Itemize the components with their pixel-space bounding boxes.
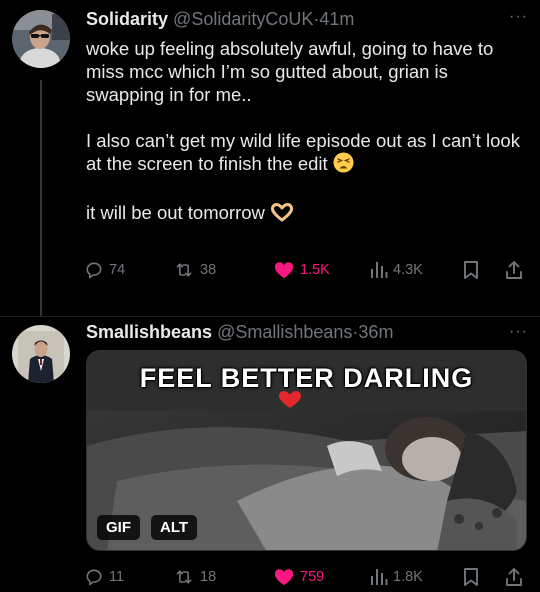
tweet[interactable]: Solidarity @SolidarityCoUK·41m ··· woke … [0,0,540,316]
paragraph-text: I also can’t get my wild life episode ou… [86,130,520,174]
heart-hands-emoji-icon [270,202,294,227]
tweet-paragraph: it will be out tomorrow [86,201,526,227]
view-count: 1.8K [393,569,423,585]
more-options-icon[interactable]: ··· [509,8,528,26]
author-name[interactable]: Smallishbeans [86,322,212,342]
repost-icon [176,570,192,584]
author-handle[interactable]: @Smallishbeans [217,322,352,342]
gif-caption-text: FEEL BETTER DARLING [139,363,474,393]
bookmark-button[interactable] [462,258,480,282]
tweet-header: Smallishbeans @Smallishbeans·36m [86,322,393,343]
reply-count: 11 [109,569,125,585]
tweet[interactable]: Smallishbeans @Smallishbeans·36m ··· FEE… [0,316,540,592]
repost-button[interactable]: 38 [173,258,216,282]
repost-icon [176,263,192,277]
more-options-icon[interactable]: ··· [509,323,528,341]
bookmark-icon [464,568,478,586]
like-button[interactable]: 1.5K [273,258,330,282]
reply-button[interactable]: 11 [84,565,124,589]
reply-count: 74 [109,262,126,278]
gif-badge: GIF [97,515,140,540]
share-icon [506,568,522,586]
like-button[interactable]: 759 [273,565,324,589]
views-button[interactable]: 1.8K [370,565,423,589]
heart-filled-icon [274,569,294,586]
timestamp[interactable]: 41m [319,9,354,29]
reply-icon [86,569,102,586]
alt-text-button[interactable]: ALT [151,515,198,540]
share-button[interactable] [504,258,524,282]
avatar[interactable] [12,10,70,68]
author-name[interactable]: Solidarity [86,9,168,29]
action-bar: 74 38 1.5K 4.3K [84,258,528,282]
timestamp[interactable]: 36m [358,322,393,342]
share-icon [506,261,522,279]
repost-count: 18 [200,569,217,585]
repost-count: 38 [200,262,217,278]
share-button[interactable] [504,565,524,589]
heart-filled-icon [274,262,294,279]
tweet-text: woke up feeling absolutely awful, going … [86,37,526,250]
like-count: 759 [300,569,325,585]
tired-face-emoji-icon [333,152,354,178]
view-count: 4.3K [393,262,423,278]
views-chart-icon [371,262,388,278]
gif-media[interactable]: FEEL BETTER DARLING GIF ALT [86,350,527,551]
views-chart-icon [371,569,388,585]
bookmark-button[interactable] [462,565,480,589]
tweet-paragraph: I also can’t get my wild life episode ou… [86,129,526,178]
avatar[interactable] [12,325,70,383]
reply-button[interactable]: 74 [84,258,125,282]
action-bar: 11 18 759 1.8K [84,565,528,589]
views-button[interactable]: 4.3K [370,258,423,282]
reply-icon [86,262,102,279]
tweet-paragraph: woke up feeling absolutely awful, going … [86,38,494,105]
repost-button[interactable]: 18 [173,565,216,589]
tweet-header: Solidarity @SolidarityCoUK·41m [86,9,354,30]
bookmark-icon [464,261,478,279]
like-count: 1.5K [300,262,330,278]
author-handle[interactable]: @SolidarityCoUK [173,9,313,29]
paragraph-text: it will be out tomorrow [86,202,265,223]
